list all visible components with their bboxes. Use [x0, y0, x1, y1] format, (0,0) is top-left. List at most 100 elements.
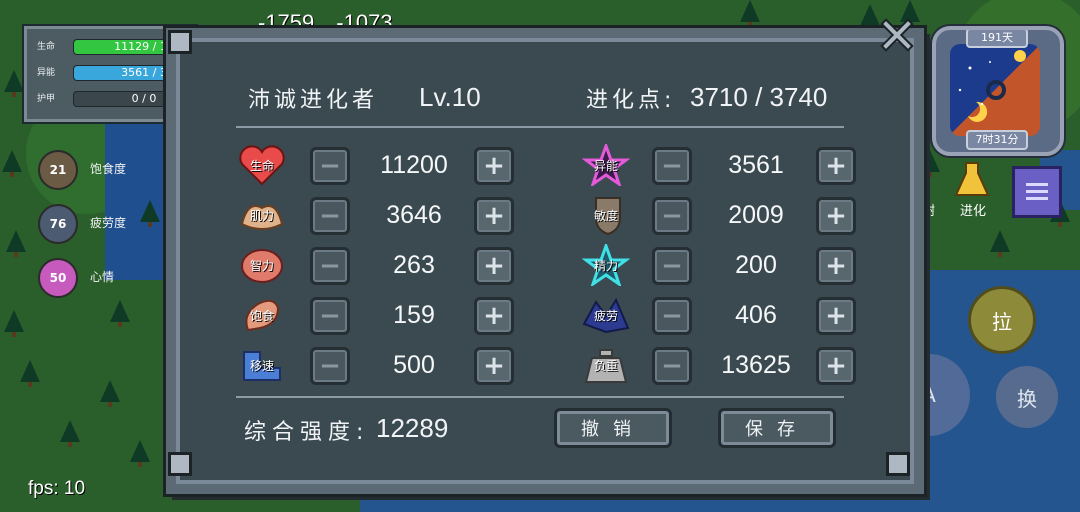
- armor-label: 护甲: [37, 94, 56, 104]
- character-level: Lv.10: [419, 82, 481, 112]
- scroll-menu-icon[interactable]: [1012, 166, 1062, 218]
- stat-label: 生命: [249, 158, 274, 173]
- minus-icon: −: [661, 251, 683, 281]
- capacity-stat-value: 13625: [721, 351, 791, 379]
- strength-stat-value: 3646: [386, 201, 442, 229]
- sun-moon-icon: [958, 50, 1026, 122]
- fatigue-icon: 疲劳: [582, 294, 630, 336]
- close-icon: [880, 18, 914, 52]
- minus-icon: −: [319, 301, 341, 331]
- plus-icon: +: [825, 351, 847, 381]
- increase-fatigue-button[interactable]: +: [816, 297, 856, 335]
- day-night-clock[interactable]: 191天 7时31分: [932, 26, 1064, 156]
- star-icon: 异能: [582, 144, 630, 186]
- close-button[interactable]: [880, 18, 914, 52]
- tree: [20, 360, 40, 387]
- tree: [4, 310, 24, 337]
- decrease-health-button[interactable]: −: [310, 147, 350, 185]
- evolution-points-label: 进化点:: [586, 88, 676, 113]
- sky-dial: [950, 44, 1040, 136]
- hunger-status-icon: 21: [38, 150, 78, 190]
- speed-stat-value: 500: [393, 351, 435, 379]
- decrease-agility-button[interactable]: −: [652, 197, 692, 235]
- minus-icon: −: [319, 151, 341, 181]
- hunger-label: 饱食度: [90, 162, 127, 176]
- minus-icon: −: [661, 301, 683, 331]
- muscle-icon: 肌力: [238, 194, 286, 236]
- decrease-satiety-button[interactable]: −: [310, 297, 350, 335]
- health-stat-value: 11200: [380, 151, 448, 179]
- overall-strength-value: 12289: [376, 413, 449, 443]
- plus-icon: +: [825, 201, 847, 231]
- overall-strength-label: 综合强度:: [244, 420, 370, 445]
- minus-icon: −: [661, 151, 683, 181]
- increase-ability-button[interactable]: +: [816, 147, 856, 185]
- evolution-points-value: 3710 / 3740: [690, 82, 828, 112]
- switch-button[interactable]: 换: [996, 366, 1058, 428]
- decrease-stamina-button[interactable]: −: [652, 247, 692, 285]
- decrease-intelligence-button[interactable]: −: [310, 247, 350, 285]
- ability-stat-value: 3561: [728, 151, 784, 179]
- decrease-fatigue-button[interactable]: −: [652, 297, 692, 335]
- plus-icon: +: [483, 351, 505, 381]
- minus-icon: −: [661, 201, 683, 231]
- stat-label: 负重: [593, 358, 618, 373]
- boot-icon: 移速: [238, 344, 286, 386]
- brain-icon: 智力: [238, 244, 286, 286]
- decrease-capacity-button[interactable]: −: [652, 347, 692, 385]
- tree: [4, 70, 24, 97]
- drumstick-icon: 饱食: [238, 294, 286, 336]
- increase-agility-button[interactable]: +: [816, 197, 856, 235]
- flask-icon: [954, 162, 990, 196]
- minus-icon: −: [661, 351, 683, 381]
- save-button[interactable]: 保存: [718, 408, 836, 448]
- plus-icon: +: [483, 201, 505, 231]
- heart-icon: 生命: [238, 144, 286, 186]
- undo-button[interactable]: 撤销: [554, 408, 672, 448]
- energy-label: 异能: [37, 68, 56, 78]
- tree: [60, 420, 80, 447]
- pull-button[interactable]: 拉: [968, 286, 1036, 354]
- energy-star-icon: 精力: [582, 244, 630, 286]
- plus-icon: +: [483, 151, 505, 181]
- tree: [990, 230, 1010, 257]
- increase-satiety-button[interactable]: +: [474, 297, 514, 335]
- minus-icon: −: [319, 251, 341, 281]
- footer-divider: [236, 396, 844, 398]
- tree: [110, 300, 130, 327]
- stat-label: 敏度: [593, 208, 618, 223]
- fatigue-value: 76: [49, 217, 67, 231]
- frame-corner: [168, 452, 192, 476]
- stat-label: 肌力: [249, 208, 274, 223]
- fatigue-stat-value: 406: [735, 301, 777, 329]
- stat-label: 饱食: [249, 308, 274, 323]
- plus-icon: +: [825, 251, 847, 281]
- tree: [100, 380, 120, 407]
- stat-label: 智力: [249, 258, 274, 273]
- decrease-ability-button[interactable]: −: [652, 147, 692, 185]
- satiety-stat-value: 159: [393, 301, 435, 329]
- fps-counter: fps: 10: [28, 478, 86, 499]
- weight-icon: 负重: [582, 344, 630, 386]
- increase-health-button[interactable]: +: [474, 147, 514, 185]
- stat-label: 精力: [593, 258, 618, 273]
- header-divider: [236, 126, 844, 128]
- shield-icon: 敏度: [582, 194, 630, 236]
- minus-icon: −: [319, 201, 341, 231]
- minus-icon: −: [319, 351, 341, 381]
- mood-value: 50: [49, 271, 67, 285]
- intelligence-stat-value: 263: [393, 251, 435, 279]
- decrease-strength-button[interactable]: −: [310, 197, 350, 235]
- decrease-speed-button[interactable]: −: [310, 347, 350, 385]
- tree: [740, 0, 760, 27]
- plus-icon: +: [483, 301, 505, 331]
- increase-intelligence-button[interactable]: +: [474, 247, 514, 285]
- increase-capacity-button[interactable]: +: [816, 347, 856, 385]
- evolve-icon[interactable]: [950, 158, 994, 204]
- character-name: 沛诚进化者: [248, 88, 379, 113]
- day-counter: 191天: [966, 30, 1028, 48]
- increase-strength-button[interactable]: +: [474, 197, 514, 235]
- time-readout: 7时31分: [966, 130, 1028, 150]
- increase-speed-button[interactable]: +: [474, 347, 514, 385]
- increase-stamina-button[interactable]: +: [816, 247, 856, 285]
